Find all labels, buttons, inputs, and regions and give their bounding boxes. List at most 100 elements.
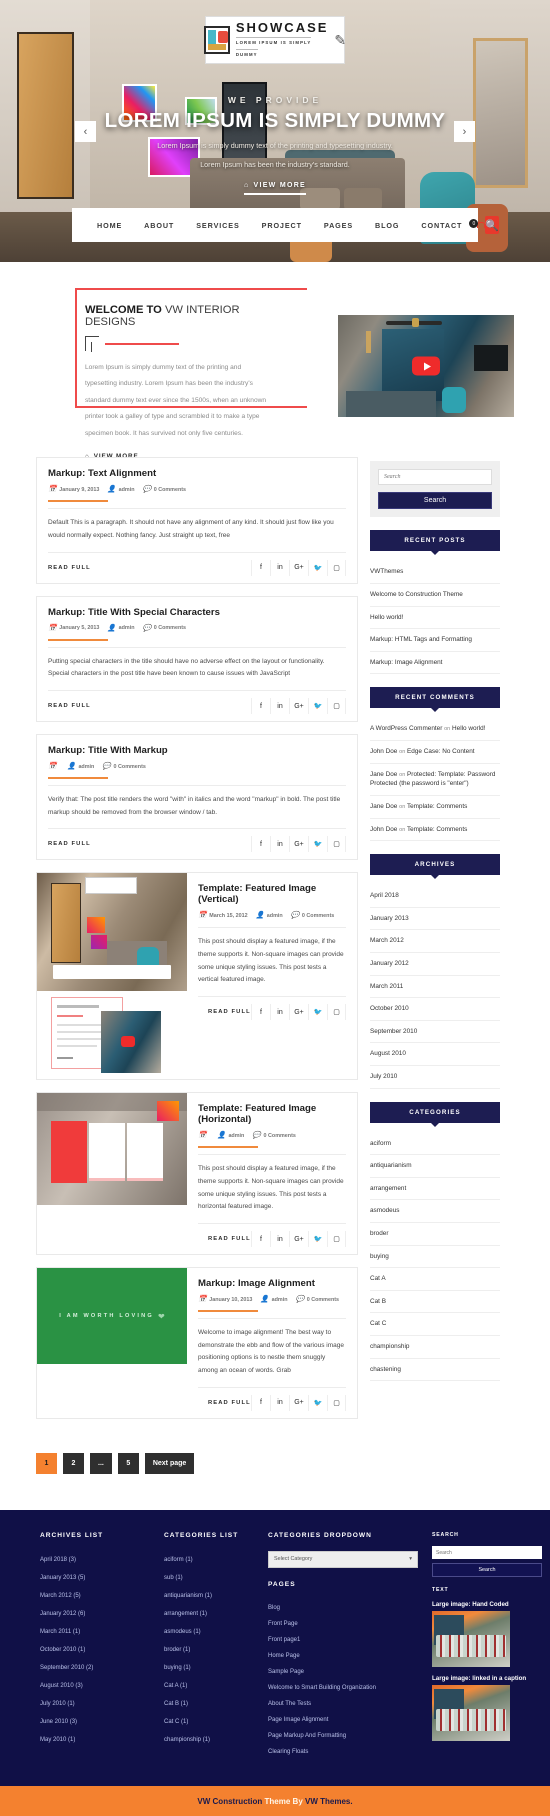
list-item[interactable]: About The Tests: [268, 1696, 418, 1712]
search-input[interactable]: [378, 469, 492, 486]
twitter-icon[interactable]: 🐦: [308, 698, 327, 715]
post-featured-image[interactable]: [37, 1093, 187, 1254]
welcome-video-thumbnail[interactable]: [338, 315, 514, 417]
google-plus-icon[interactable]: G+: [289, 836, 308, 853]
linkedin-icon[interactable]: in: [270, 1004, 289, 1021]
nav-item-project[interactable]: PROJECT: [251, 221, 313, 230]
list-item[interactable]: asmodeus: [370, 1200, 500, 1224]
list-item[interactable]: January 2012 (6): [40, 1605, 150, 1623]
hero-view-more-button[interactable]: ⌂ VIEW MORE: [243, 182, 307, 195]
list-item[interactable]: Markup: Image Alignment: [370, 652, 500, 675]
post-title[interactable]: Markup: Text Alignment: [48, 468, 346, 479]
list-item[interactable]: June 2010 (3): [40, 1713, 150, 1731]
facebook-icon[interactable]: f: [251, 698, 270, 715]
list-item[interactable]: antiquarianism (1): [164, 1587, 254, 1605]
play-icon[interactable]: [412, 356, 440, 376]
nav-item-about[interactable]: ABOUT: [133, 221, 185, 230]
list-item[interactable]: antiquarianism: [370, 1155, 500, 1178]
list-item[interactable]: broder (1): [164, 1641, 254, 1659]
list-item[interactable]: buying (1): [164, 1659, 254, 1677]
twitter-icon[interactable]: 🐦: [308, 836, 327, 853]
facebook-icon[interactable]: f: [251, 836, 270, 853]
list-item[interactable]: arrangement (1): [164, 1605, 254, 1623]
list-item[interactable]: January 2012: [370, 953, 500, 976]
list-item[interactable]: Jane Doe on Protected: Template: Passwor…: [370, 764, 500, 796]
instagram-icon[interactable]: ▢: [327, 559, 346, 576]
post-title[interactable]: Markup: Image Alignment: [198, 1278, 346, 1289]
read-full-button[interactable]: READ FULL: [48, 565, 91, 571]
list-item[interactable]: Cat A (1): [164, 1677, 254, 1695]
google-plus-icon[interactable]: G+: [289, 1394, 308, 1411]
footer-brand[interactable]: VW Themes.: [305, 1797, 353, 1806]
list-item[interactable]: March 2011 (1): [40, 1623, 150, 1641]
list-item[interactable]: Cat A: [370, 1268, 500, 1291]
list-item[interactable]: championship (1): [164, 1731, 254, 1749]
pagination-page-2[interactable]: 2: [63, 1452, 84, 1474]
category-dropdown[interactable]: Select Category ▾: [268, 1550, 418, 1568]
list-item[interactable]: championship: [370, 1336, 500, 1359]
instagram-icon[interactable]: ▢: [327, 1004, 346, 1021]
linkedin-icon[interactable]: in: [270, 1231, 289, 1248]
list-item[interactable]: July 2010: [370, 1066, 500, 1089]
facebook-icon[interactable]: f: [251, 1004, 270, 1021]
list-item[interactable]: Cat B (1): [164, 1695, 254, 1713]
google-plus-icon[interactable]: G+: [289, 1231, 308, 1248]
list-item[interactable]: April 2018: [370, 885, 500, 908]
list-item[interactable]: Blog: [268, 1600, 418, 1616]
list-item[interactable]: A WordPress Commenter on Hello world!: [370, 718, 500, 742]
list-item[interactable]: January 2013: [370, 908, 500, 931]
list-item[interactable]: Hello world!: [370, 607, 500, 630]
list-item[interactable]: March 2012 (5): [40, 1587, 150, 1605]
instagram-icon[interactable]: ▢: [327, 836, 346, 853]
facebook-icon[interactable]: f: [251, 559, 270, 576]
list-item[interactable]: July 2010 (1): [40, 1695, 150, 1713]
pagination-next-button[interactable]: Next page: [144, 1452, 195, 1474]
post-title[interactable]: Markup: Title With Markup: [48, 745, 346, 756]
list-item[interactable]: Welcome to Construction Theme: [370, 584, 500, 607]
nav-item-contact[interactable]: CONTACT: [410, 221, 473, 230]
list-item[interactable]: chastening: [370, 1359, 500, 1382]
list-item[interactable]: Home Page: [268, 1648, 418, 1664]
list-item[interactable]: September 2010: [370, 1021, 500, 1044]
list-item[interactable]: September 2010 (2): [40, 1659, 150, 1677]
twitter-icon[interactable]: 🐦: [308, 1004, 327, 1021]
footer-search-input[interactable]: [432, 1546, 542, 1560]
list-item[interactable]: Cat B: [370, 1291, 500, 1314]
list-item[interactable]: Sample Page: [268, 1664, 418, 1680]
read-full-button[interactable]: READ FULL: [48, 841, 91, 847]
list-item[interactable]: Welcome to Smart Building Organization: [268, 1680, 418, 1696]
list-item[interactable]: Front page1: [268, 1632, 418, 1648]
list-item[interactable]: broder: [370, 1223, 500, 1246]
list-item[interactable]: Cat C (1): [164, 1713, 254, 1731]
pagination-page-5[interactable]: 5: [117, 1452, 139, 1474]
post-title[interactable]: Template: Featured Image (Horizontal): [198, 1103, 346, 1125]
list-item[interactable]: Page Image Alignment: [268, 1712, 418, 1728]
instagram-icon[interactable]: ▢: [327, 1231, 346, 1248]
instagram-icon[interactable]: ▢: [327, 1394, 346, 1411]
list-item[interactable]: asmodeus (1): [164, 1623, 254, 1641]
pagination-ellipsis[interactable]: ...: [90, 1452, 112, 1474]
instagram-icon[interactable]: ▢: [327, 698, 346, 715]
linkedin-icon[interactable]: in: [270, 559, 289, 576]
twitter-icon[interactable]: 🐦: [308, 1231, 327, 1248]
nav-item-services[interactable]: SERVICES: [185, 221, 250, 230]
linkedin-icon[interactable]: in: [270, 1394, 289, 1411]
post-title[interactable]: Markup: Title With Special Characters: [48, 607, 346, 618]
pagination-page-1[interactable]: 1: [36, 1452, 57, 1474]
list-item[interactable]: Cat C: [370, 1313, 500, 1337]
list-item[interactable]: October 2010 (1): [40, 1641, 150, 1659]
list-item[interactable]: October 2010: [370, 998, 500, 1021]
twitter-icon[interactable]: 🐦: [308, 1394, 327, 1411]
nav-item-pages[interactable]: PAGES: [313, 221, 364, 230]
google-plus-icon[interactable]: G+: [289, 698, 308, 715]
read-full-button[interactable]: READ FULL: [48, 703, 91, 709]
nav-item-home[interactable]: HOME: [86, 221, 133, 230]
search-toggle-button[interactable]: 🔍: [485, 216, 500, 234]
linkedin-icon[interactable]: in: [270, 836, 289, 853]
list-item[interactable]: buying: [370, 1246, 500, 1269]
list-item[interactable]: Page Markup And Formatting: [268, 1728, 418, 1744]
search-submit-button[interactable]: Search: [378, 492, 492, 510]
google-plus-icon[interactable]: G+: [289, 559, 308, 576]
list-item[interactable]: January 2013 (5): [40, 1569, 150, 1587]
list-item[interactable]: John Doe on Edge Case: No Content: [370, 741, 500, 764]
